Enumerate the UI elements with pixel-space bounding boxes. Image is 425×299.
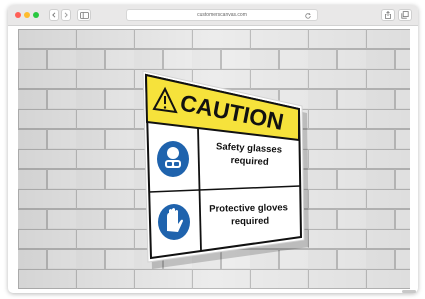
tabs-icon [401, 11, 409, 19]
back-button[interactable] [49, 9, 59, 21]
brick-wall-photo: CAUTION Safety glasses required Protecti… [18, 29, 410, 289]
minimize-window-button[interactable] [24, 12, 30, 18]
sidebar-button[interactable] [77, 9, 91, 21]
sign-row2-line2: required [231, 216, 269, 228]
maximize-window-button[interactable] [33, 12, 39, 18]
address-bar[interactable]: customerscanvas.com [126, 9, 318, 21]
chevron-right-icon [64, 12, 68, 18]
new-tab-button[interactable] [398, 9, 412, 21]
protective-gloves-icon [158, 204, 190, 240]
close-window-button[interactable] [15, 12, 21, 18]
browser-window: customerscanvas.com CAUTION Safety glass… [8, 5, 418, 293]
share-button[interactable] [381, 9, 395, 21]
browser-toolbar: customerscanvas.com [8, 5, 418, 26]
safety-glasses-icon [157, 141, 189, 177]
sign-row1-line2: required [230, 155, 269, 168]
sidebar-icon [79, 11, 89, 19]
scroll-handle[interactable] [402, 290, 416, 293]
page-content: CAUTION Safety glasses required Protecti… [18, 29, 410, 289]
sign-row2-line1: Protective gloves [209, 202, 288, 214]
url-text: customerscanvas.com [197, 12, 247, 18]
reload-icon[interactable] [304, 12, 312, 20]
share-icon [385, 11, 391, 19]
forward-button[interactable] [61, 9, 71, 21]
chevron-left-icon [52, 12, 56, 18]
